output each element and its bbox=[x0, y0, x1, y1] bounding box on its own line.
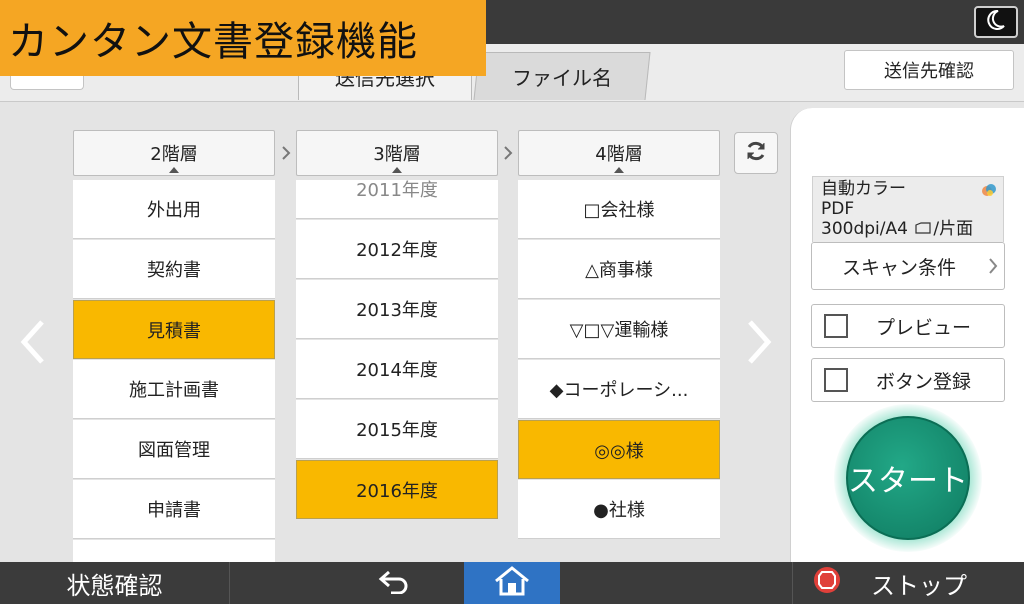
refresh-icon bbox=[744, 139, 768, 167]
list-item-selected[interactable]: 見積書 bbox=[73, 300, 275, 359]
button-register-label: ボタン登録 bbox=[876, 370, 972, 393]
preview-toggle[interactable]: プレビュー bbox=[811, 304, 1005, 348]
column-header-label: 3階層 bbox=[373, 144, 421, 165]
column-header-level-2[interactable]: 2階層 bbox=[73, 130, 275, 176]
list-item[interactable]: 申請書 bbox=[73, 480, 275, 539]
checkbox[interactable] bbox=[824, 368, 848, 392]
back-arrow-icon bbox=[377, 568, 411, 598]
checkbox[interactable] bbox=[824, 314, 848, 338]
status-check-button[interactable]: 状態確認 bbox=[0, 562, 230, 604]
stop-icon bbox=[813, 566, 841, 600]
list-item[interactable]: 2013年度 bbox=[296, 280, 498, 339]
list-item[interactable] bbox=[73, 540, 275, 562]
caret-up-icon bbox=[169, 167, 179, 173]
resolution-size: 300dpi/A4 /片面 bbox=[821, 219, 974, 239]
bottom-bar: 状態確認 ストップ bbox=[0, 562, 1024, 604]
auto-color-icon bbox=[981, 182, 997, 203]
back-button[interactable] bbox=[344, 562, 444, 604]
start-button[interactable]: スタート bbox=[846, 416, 970, 540]
tab-file-name[interactable]: ファイル名 bbox=[473, 52, 651, 100]
list-item-selected[interactable]: 2016年度 bbox=[296, 460, 498, 519]
chevron-left-icon bbox=[20, 319, 46, 369]
list-item[interactable]: 図面管理 bbox=[73, 420, 275, 479]
list-item[interactable]: 施工計画書 bbox=[73, 360, 275, 419]
column-header-level-3[interactable]: 3階層 bbox=[296, 130, 498, 176]
list-item[interactable]: ▽□▽運輸様 bbox=[518, 300, 720, 359]
list-item[interactable]: 契約書 bbox=[73, 240, 275, 299]
list-item[interactable]: 2011年度 bbox=[296, 180, 498, 219]
app-title-banner: カンタン文書登録機能 bbox=[0, 0, 486, 76]
confirm-destination-button[interactable]: 送信先確認 bbox=[844, 50, 1014, 90]
list-item[interactable]: 2015年度 bbox=[296, 400, 498, 459]
night-mode-button[interactable] bbox=[974, 6, 1018, 38]
chevron-right-icon bbox=[278, 143, 294, 163]
moon-icon bbox=[987, 9, 1005, 34]
scan-conditions-label: スキャン条件 bbox=[842, 256, 957, 279]
color-mode: 自動カラー bbox=[821, 179, 906, 199]
refresh-button[interactable] bbox=[734, 132, 778, 174]
scan-conditions-button[interactable]: スキャン条件 bbox=[811, 242, 1005, 290]
list-item[interactable]: 外出用 bbox=[73, 180, 275, 239]
home-icon bbox=[494, 566, 530, 600]
home-button[interactable] bbox=[464, 562, 560, 604]
column-header-label: 4階層 bbox=[595, 144, 643, 165]
list-item[interactable]: 2012年度 bbox=[296, 220, 498, 279]
column-header-label: 2階層 bbox=[150, 144, 198, 165]
list-item[interactable]: △商事様 bbox=[518, 240, 720, 299]
column-header-level-4[interactable]: 4階層 bbox=[518, 130, 720, 176]
scan-settings-summary: 自動カラー PDF 300dpi/A4 /片面 bbox=[812, 176, 1004, 242]
list-item[interactable]: ●社様 bbox=[518, 480, 720, 539]
list-item-selected[interactable]: ◎◎様 bbox=[518, 420, 720, 479]
preview-label: プレビュー bbox=[876, 316, 972, 339]
tab-label: ファイル名 bbox=[511, 66, 612, 90]
chevron-right-icon bbox=[746, 319, 772, 369]
prev-page-button[interactable] bbox=[16, 316, 50, 372]
list-item[interactable]: 2014年度 bbox=[296, 340, 498, 399]
file-format: PDF bbox=[821, 199, 855, 219]
next-page-button[interactable] bbox=[742, 316, 776, 372]
chevron-right-icon bbox=[988, 257, 998, 280]
stop-button[interactable]: ストップ bbox=[792, 562, 1024, 604]
level-2-list: 外出用 契約書 見積書 施工計画書 図面管理 申請書 bbox=[73, 180, 275, 562]
button-register-toggle[interactable]: ボタン登録 bbox=[811, 358, 1005, 402]
level-4-list: □会社様 △商事様 ▽□▽運輸様 ◆コーポレーシ... ◎◎様 ●社様 bbox=[518, 180, 720, 540]
stop-label: ストップ bbox=[871, 571, 967, 600]
list-item[interactable]: ◆コーポレーシ... bbox=[518, 360, 720, 419]
chevron-right-icon bbox=[500, 143, 516, 163]
caret-up-icon bbox=[392, 167, 402, 173]
list-item[interactable]: □会社様 bbox=[518, 180, 720, 239]
caret-up-icon bbox=[614, 167, 624, 173]
level-3-list: 2011年度 2012年度 2013年度 2014年度 2015年度 2016年… bbox=[296, 180, 498, 522]
